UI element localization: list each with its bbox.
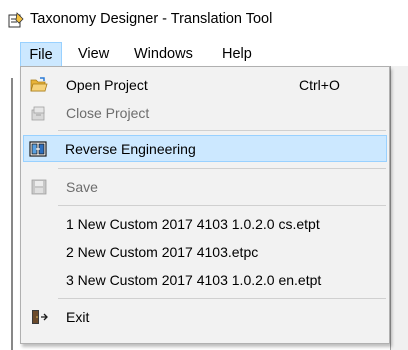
window-title: Taxonomy Designer - Translation Tool — [30, 11, 273, 27]
title-bar: Taxonomy Designer - Translation Tool — [0, 0, 408, 38]
menu-view[interactable]: View — [78, 42, 109, 66]
menu-item-recent-file[interactable]: 1 New Custom 2017 4103 1.0.2.0 cs.etpt — [23, 210, 387, 238]
menu-file[interactable]: File — [20, 42, 62, 68]
menu-item-recent-file[interactable]: 3 New Custom 2017 4103 1.0.2.0 en.etpt — [23, 266, 387, 294]
menu-separator — [58, 298, 386, 299]
menu-item-exit[interactable]: Exit — [23, 303, 387, 331]
open-project-label: Open Project — [66, 77, 148, 93]
menu-item-recent-file[interactable]: 2 New Custom 2017 4103.etpc — [23, 238, 387, 266]
close-project-label: Close Project — [66, 105, 150, 121]
menu-item-close-project[interactable]: Close Project — [23, 99, 387, 127]
recent-file-label: 3 New Custom 2017 4103 1.0.2.0 en.etpt — [66, 272, 322, 288]
menu-item-reverse-engineering[interactable]: Reverse Engineering — [23, 135, 387, 162]
menu-item-save[interactable]: Save — [23, 173, 387, 201]
recent-file-label: 1 New Custom 2017 4103 1.0.2.0 cs.etpt — [66, 216, 320, 232]
menu-help[interactable]: Help — [222, 42, 252, 66]
exit-label: Exit — [66, 309, 90, 325]
menu-item-open-project[interactable]: Open Project Ctrl+O — [23, 71, 387, 99]
reverse-engineering-label: Reverse Engineering — [65, 141, 196, 157]
menu-separator — [58, 130, 386, 131]
floppy-disk-icon — [31, 179, 47, 195]
menu-separator — [58, 168, 386, 169]
open-folder-icon — [30, 77, 48, 92]
menu-separator — [58, 205, 386, 206]
menu-windows[interactable]: Windows — [134, 42, 193, 66]
close-project-icon — [31, 106, 45, 121]
recent-file-label: 2 New Custom 2017 4103.etpc — [66, 244, 259, 260]
open-project-shortcut: Ctrl+O — [299, 77, 340, 93]
file-menu-dropdown: Open Project Ctrl+O Close Project Revers… — [20, 66, 390, 344]
save-label: Save — [66, 179, 98, 195]
exit-door-icon — [32, 310, 48, 324]
menu-bar: File View Windows Help — [0, 42, 408, 68]
window-frame-edge — [11, 78, 13, 350]
workspace-panel — [390, 66, 408, 350]
pencil-document-icon — [8, 12, 24, 28]
reverse-engineering-icon — [29, 141, 47, 157]
